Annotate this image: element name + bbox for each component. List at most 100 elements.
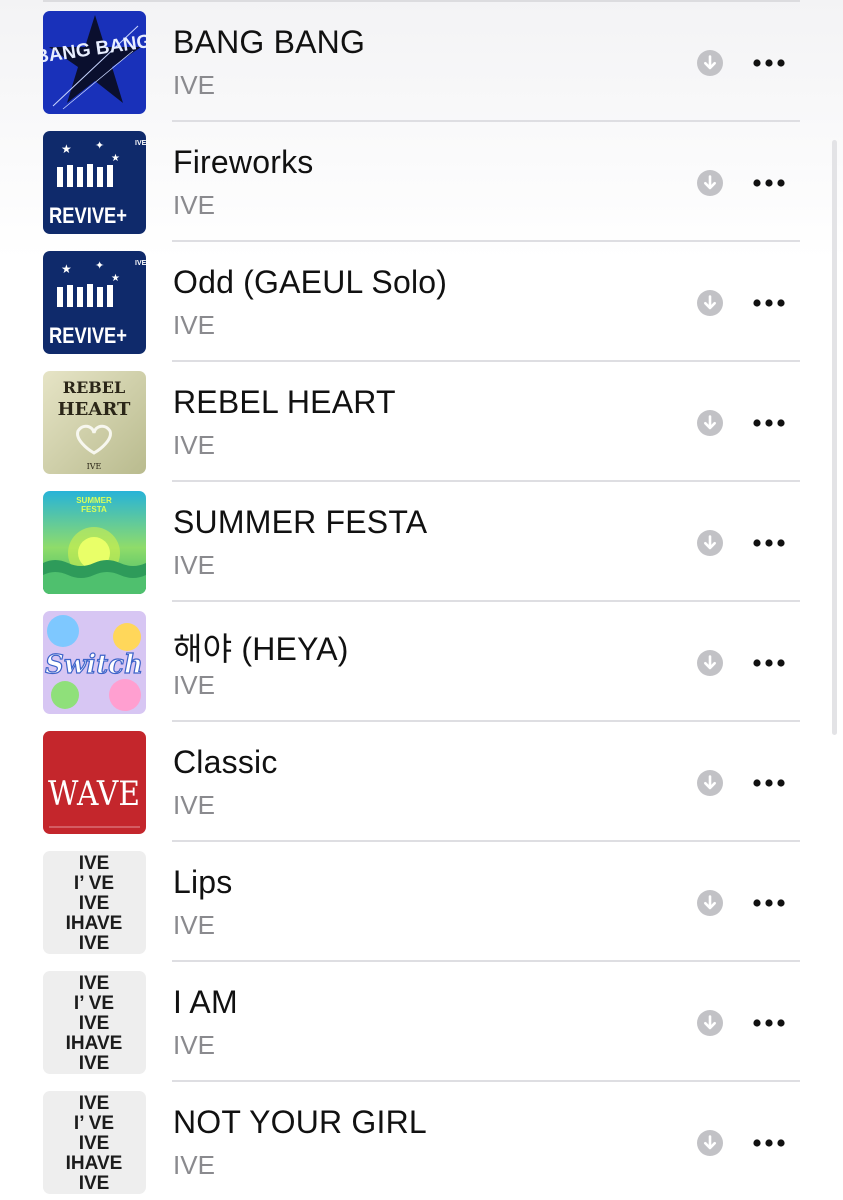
album-artwork: Switch bbox=[43, 611, 146, 714]
track-artist: IVE bbox=[173, 670, 215, 700]
scrollbar[interactable] bbox=[832, 140, 837, 735]
svg-text:WAVE: WAVE bbox=[48, 774, 140, 814]
download-button[interactable] bbox=[697, 1010, 723, 1036]
track-title: BANG BANG bbox=[173, 24, 366, 60]
track-artist: IVE bbox=[173, 310, 215, 340]
svg-text:SUMMER: SUMMER bbox=[76, 496, 112, 505]
track-list: BANG BANG BANG BANG IVE ★ ✦ ★ IVE REVIVE+ bbox=[0, 2, 843, 1200]
more-options-button[interactable] bbox=[750, 890, 790, 916]
album-artwork: BANG BANG bbox=[43, 11, 146, 114]
album-artwork: ★ ✦ ★ IVE REVIVE+ bbox=[43, 131, 146, 234]
download-button[interactable] bbox=[697, 530, 723, 556]
svg-text:IVE: IVE bbox=[79, 1053, 110, 1074]
more-options-button[interactable] bbox=[750, 530, 790, 556]
svg-text:FESTA: FESTA bbox=[81, 505, 107, 514]
svg-text:IVE: IVE bbox=[79, 853, 110, 874]
svg-text:IVE: IVE bbox=[79, 1133, 110, 1154]
track-title: SUMMER FESTA bbox=[173, 504, 428, 540]
track-artist: IVE bbox=[173, 550, 215, 580]
track-row[interactable]: IVE I’ VE IVE IHAVE IVE I AM IVE bbox=[0, 962, 843, 1082]
download-icon bbox=[697, 650, 723, 676]
svg-text:IVE: IVE bbox=[135, 140, 146, 147]
more-icon bbox=[750, 770, 790, 796]
track-title: NOT YOUR GIRL bbox=[173, 1104, 427, 1140]
track-row[interactable]: BANG BANG BANG BANG IVE bbox=[0, 2, 843, 122]
download-icon bbox=[697, 1130, 723, 1156]
track-artist: IVE bbox=[173, 790, 215, 820]
svg-text:IVE: IVE bbox=[79, 1173, 110, 1194]
svg-text:IVE: IVE bbox=[79, 893, 110, 914]
svg-text:IVE: IVE bbox=[79, 1013, 110, 1034]
svg-text:IVE: IVE bbox=[79, 973, 110, 994]
more-icon bbox=[750, 50, 790, 76]
track-row[interactable]: IVE I’ VE IVE IHAVE IVE NOT YOUR GIRL IVE bbox=[0, 1082, 843, 1200]
download-button[interactable] bbox=[697, 50, 723, 76]
track-row[interactable]: WAVE Classic IVE bbox=[0, 722, 843, 842]
svg-text:IHAVE: IHAVE bbox=[66, 913, 123, 934]
album-artwork: IVE I’ VE IVE IHAVE IVE bbox=[43, 851, 146, 954]
more-options-button[interactable] bbox=[750, 170, 790, 196]
download-icon bbox=[697, 50, 723, 76]
svg-text:✦: ✦ bbox=[95, 140, 104, 152]
track-title: 해야 (HEYA) bbox=[173, 631, 349, 667]
svg-text:IVE: IVE bbox=[79, 1093, 110, 1114]
svg-text:REVIVE+: REVIVE+ bbox=[49, 203, 127, 228]
more-icon bbox=[750, 170, 790, 196]
album-artwork: WAVE bbox=[43, 731, 146, 834]
more-options-button[interactable] bbox=[750, 50, 790, 76]
track-row[interactable]: Switch 해야 (HEYA) IVE bbox=[0, 602, 843, 722]
track-title: Classic bbox=[173, 744, 278, 780]
download-button[interactable] bbox=[697, 1130, 723, 1156]
track-title: Fireworks bbox=[173, 144, 314, 180]
track-title: REBEL HEART bbox=[173, 384, 396, 420]
more-icon bbox=[750, 530, 790, 556]
more-icon bbox=[750, 290, 790, 316]
download-button[interactable] bbox=[697, 170, 723, 196]
track-artist: IVE bbox=[173, 1150, 215, 1180]
track-row[interactable]: ★ ✦ ★ IVE REVIVE+ Fireworks IVE bbox=[0, 122, 843, 242]
svg-text:I’ VE: I’ VE bbox=[74, 873, 114, 894]
svg-text:I’ VE: I’ VE bbox=[74, 993, 114, 1014]
more-options-button[interactable] bbox=[750, 650, 790, 676]
album-artwork: IVE I’ VE IVE IHAVE IVE bbox=[43, 971, 146, 1074]
more-options-button[interactable] bbox=[750, 290, 790, 316]
more-icon bbox=[750, 410, 790, 436]
svg-text:I’ VE: I’ VE bbox=[74, 1113, 114, 1134]
more-options-button[interactable] bbox=[750, 770, 790, 796]
album-artwork: REBEL HEART IVE bbox=[43, 371, 146, 474]
download-icon bbox=[697, 530, 723, 556]
download-button[interactable] bbox=[697, 290, 723, 316]
track-artist: IVE bbox=[173, 1030, 215, 1060]
svg-text:IHAVE: IHAVE bbox=[66, 1033, 123, 1054]
download-button[interactable] bbox=[697, 410, 723, 436]
download-button[interactable] bbox=[697, 650, 723, 676]
download-button[interactable] bbox=[697, 770, 723, 796]
svg-text:REVIVE+: REVIVE+ bbox=[49, 323, 127, 348]
track-row[interactable]: SUMMER FESTA SUMMER FESTA IVE bbox=[0, 482, 843, 602]
download-icon bbox=[697, 770, 723, 796]
download-icon bbox=[697, 890, 723, 916]
track-row[interactable]: IVE I’ VE IVE IHAVE IVE Lips IVE bbox=[0, 842, 843, 962]
svg-text:★: ★ bbox=[61, 262, 72, 276]
svg-text:IVE: IVE bbox=[79, 933, 110, 954]
track-title: Lips bbox=[173, 864, 233, 900]
track-row[interactable]: ★ ✦ ★ IVE REVIVE+ Odd (GAEUL Solo) IVE bbox=[0, 242, 843, 362]
track-row[interactable]: REBEL HEART IVE REBEL HEART IVE bbox=[0, 362, 843, 482]
more-options-button[interactable] bbox=[750, 410, 790, 436]
album-artwork: ★ ✦ ★ IVE REVIVE+ bbox=[43, 251, 146, 354]
download-icon bbox=[697, 290, 723, 316]
more-options-button[interactable] bbox=[750, 1010, 790, 1036]
track-artist: IVE bbox=[173, 910, 215, 940]
svg-text:★: ★ bbox=[111, 153, 120, 164]
svg-text:IHAVE: IHAVE bbox=[66, 1153, 123, 1174]
svg-text:✦: ✦ bbox=[95, 260, 104, 272]
svg-text:HEART: HEART bbox=[58, 399, 131, 420]
more-options-button[interactable] bbox=[750, 1130, 790, 1156]
download-button[interactable] bbox=[697, 890, 723, 916]
track-title: Odd (GAEUL Solo) bbox=[173, 264, 448, 300]
svg-text:REBEL: REBEL bbox=[63, 378, 125, 397]
svg-text:IVE: IVE bbox=[135, 260, 146, 267]
song-list-screen: BANG BANG BANG BANG IVE ★ ✦ ★ IVE REVIVE+ bbox=[0, 0, 843, 1200]
svg-text:★: ★ bbox=[111, 273, 120, 284]
track-artist: IVE bbox=[173, 190, 215, 220]
